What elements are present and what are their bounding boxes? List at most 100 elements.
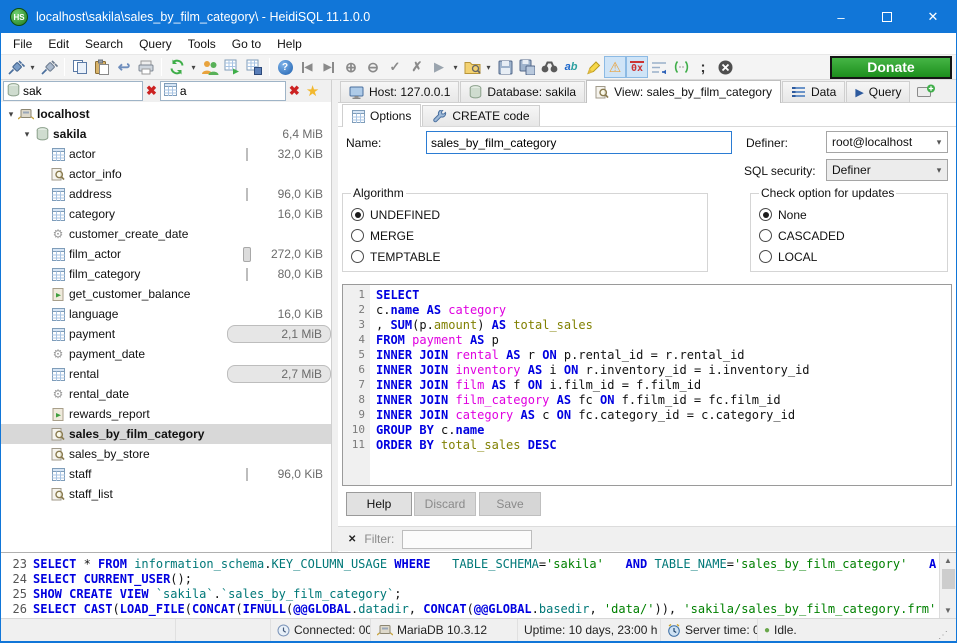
- toolbar-button-find[interactable]: [538, 56, 560, 78]
- toolbar-button-user-manager[interactable]: [199, 56, 221, 78]
- tree-item-language[interactable]: language16,0 KiB: [1, 304, 331, 324]
- new-query-tab-button[interactable]: [911, 79, 936, 102]
- radio-none[interactable]: None: [759, 204, 939, 225]
- toolbar-button-add-record[interactable]: ⊕: [340, 56, 362, 78]
- tab-data[interactable]: Data: [782, 81, 845, 102]
- tree-item-payment-date[interactable]: ⚙payment_date: [1, 344, 331, 364]
- tree-item-customer-create-date[interactable]: ⚙customer_create_date: [1, 224, 331, 244]
- toolbar-button-connect[interactable]: [5, 56, 27, 78]
- toolbar-button-open-file[interactable]: [461, 56, 483, 78]
- menu-item-search[interactable]: Search: [77, 35, 131, 53]
- tree-item-staff[interactable]: staff96,0 KiB: [1, 464, 331, 484]
- database-filter-input[interactable]: [23, 84, 123, 98]
- connect-dropdown-caret[interactable]: ▾: [27, 56, 38, 78]
- tree-item-sakila[interactable]: ▾sakila6,4 MiB: [1, 124, 331, 144]
- database-tree[interactable]: ▾localhost▾sakila6,4 MiBactor32,0 KiBact…: [1, 102, 331, 552]
- toolbar-button-grid-save[interactable]: [243, 56, 265, 78]
- tree-item-actor[interactable]: actor32,0 KiB: [1, 144, 331, 164]
- sql-security-combobox[interactable]: Definer ▾: [826, 159, 948, 181]
- scroll-down-icon[interactable]: ▼: [940, 603, 957, 618]
- tree-item-category[interactable]: category16,0 KiB: [1, 204, 331, 224]
- toolbar-button-save-as[interactable]: [516, 56, 538, 78]
- tree-item-payment[interactable]: payment2,1 MiB: [1, 324, 331, 344]
- toolbar-button-undo[interactable]: ↩: [113, 56, 135, 78]
- toolbar-button-cancel-edit[interactable]: ✗: [406, 56, 428, 78]
- subtab-create-code[interactable]: CREATE code: [422, 105, 539, 126]
- minimize-button[interactable]: –: [818, 1, 864, 33]
- toolbar-button-refresh[interactable]: [166, 56, 188, 78]
- tree-item-actor-info[interactable]: actor_info: [1, 164, 331, 184]
- tree-item-get-customer-balance[interactable]: get_customer_balance: [1, 284, 331, 304]
- view-sql-editor[interactable]: 1234567891011 SELECTc.name AS category, …: [342, 284, 952, 486]
- close-button[interactable]: ✕: [910, 1, 956, 33]
- tree-item-film-actor[interactable]: film_actor272,0 KiB: [1, 244, 331, 264]
- tree-item-localhost[interactable]: ▾localhost: [1, 104, 331, 124]
- table-filter-input[interactable]: [180, 84, 280, 98]
- tab-host[interactable]: Host: 127.0.0.1: [340, 81, 459, 102]
- tab-query[interactable]: ▶Query: [846, 81, 910, 102]
- open-dropdown-caret[interactable]: ▾: [483, 56, 494, 78]
- donate-button[interactable]: Donate: [830, 56, 952, 79]
- toolbar-button-disconnect[interactable]: [38, 56, 60, 78]
- radio-temptable[interactable]: TEMPTABLE: [351, 246, 699, 267]
- tree-item-rewards-report[interactable]: rewards_report: [1, 404, 331, 424]
- tree-item-sales-by-store[interactable]: sales_by_store: [1, 444, 331, 464]
- definer-combobox[interactable]: root@localhost ▾: [826, 131, 948, 153]
- radio-undefined[interactable]: UNDEFINED: [351, 204, 699, 225]
- toolbar-button-semicolon[interactable]: ;: [692, 56, 714, 78]
- log-scrollbar[interactable]: ▲ ▼: [939, 553, 956, 618]
- menu-item-edit[interactable]: Edit: [40, 35, 77, 53]
- tab-view[interactable]: View: sales_by_film_category: [586, 80, 781, 103]
- view-name-input[interactable]: [426, 131, 732, 154]
- tree-item-address[interactable]: address96,0 KiB: [1, 184, 331, 204]
- refresh-dropdown-caret[interactable]: ▾: [188, 56, 199, 78]
- toolbar-button-hex-view[interactable]: 0x: [626, 56, 648, 78]
- menu-item-tools[interactable]: Tools: [180, 35, 224, 53]
- toolbar-button-save[interactable]: [494, 56, 516, 78]
- radio-local[interactable]: LOCAL: [759, 246, 939, 267]
- discard-button[interactable]: Discard: [414, 492, 476, 516]
- toolbar-button-copy[interactable]: [69, 56, 91, 78]
- toolbar-button-delete-record[interactable]: ⊖: [362, 56, 384, 78]
- scroll-up-icon[interactable]: ▲: [940, 553, 957, 568]
- tree-item-sales-by-film-category[interactable]: sales_by_film_category: [1, 424, 331, 444]
- toolbar-button-reformat[interactable]: [670, 56, 692, 78]
- help-button[interactable]: Help: [346, 492, 412, 516]
- save-button[interactable]: Save: [479, 492, 541, 516]
- favorites-star-icon[interactable]: ★: [303, 82, 322, 100]
- menu-item-query[interactable]: Query: [131, 35, 180, 53]
- toolbar-button-highlight[interactable]: [582, 56, 604, 78]
- tree-item-staff-list[interactable]: staff_list: [1, 484, 331, 504]
- maximize-button[interactable]: [864, 1, 910, 33]
- menu-item-help[interactable]: Help: [269, 35, 310, 53]
- tree-item-film-category[interactable]: film_category80,0 KiB: [1, 264, 331, 284]
- toolbar-button-run[interactable]: ▶: [428, 56, 450, 78]
- toolbar-button-paste[interactable]: [91, 56, 113, 78]
- toolbar-button-replace[interactable]: ab: [560, 56, 582, 78]
- toolbar-button-bind-params[interactable]: ⚠: [604, 56, 626, 78]
- toolbar-button-print[interactable]: [135, 56, 157, 78]
- tree-item-rental-date[interactable]: ⚙rental_date: [1, 384, 331, 404]
- scrollbar-thumb[interactable]: [942, 569, 955, 589]
- toolbar-button-stop[interactable]: [714, 56, 736, 78]
- toolbar-button-last-record[interactable]: ▶: [318, 56, 340, 78]
- toolbar-button-post-edit[interactable]: ✓: [384, 56, 406, 78]
- toolbar-button-export-tables[interactable]: [221, 56, 243, 78]
- filter-input[interactable]: [402, 530, 532, 549]
- subtab-options[interactable]: Options: [342, 104, 421, 127]
- tree-item-rental[interactable]: rental2,7 MiB: [1, 364, 331, 384]
- close-filter-icon[interactable]: ✕: [338, 534, 364, 545]
- resize-grip[interactable]: ⋰: [936, 630, 950, 641]
- expander-chevron-icon[interactable]: ▾: [21, 129, 33, 140]
- tab-database[interactable]: Database: sakila: [460, 81, 585, 102]
- toolbar-button-insert-line[interactable]: [648, 56, 670, 78]
- run-dropdown-caret[interactable]: ▾: [450, 56, 461, 78]
- radio-cascaded[interactable]: CASCADED: [759, 225, 939, 246]
- clear-table-filter-icon[interactable]: ✖: [286, 83, 303, 99]
- radio-merge[interactable]: MERGE: [351, 225, 699, 246]
- menu-item-file[interactable]: File: [5, 35, 40, 53]
- expander-chevron-icon[interactable]: ▾: [5, 109, 17, 120]
- sql-log-panel[interactable]: 23SELECT * FROM information_schema.KEY_C…: [1, 552, 956, 618]
- toolbar-button-help[interactable]: ?: [274, 56, 296, 78]
- menu-item-go-to[interactable]: Go to: [224, 35, 269, 53]
